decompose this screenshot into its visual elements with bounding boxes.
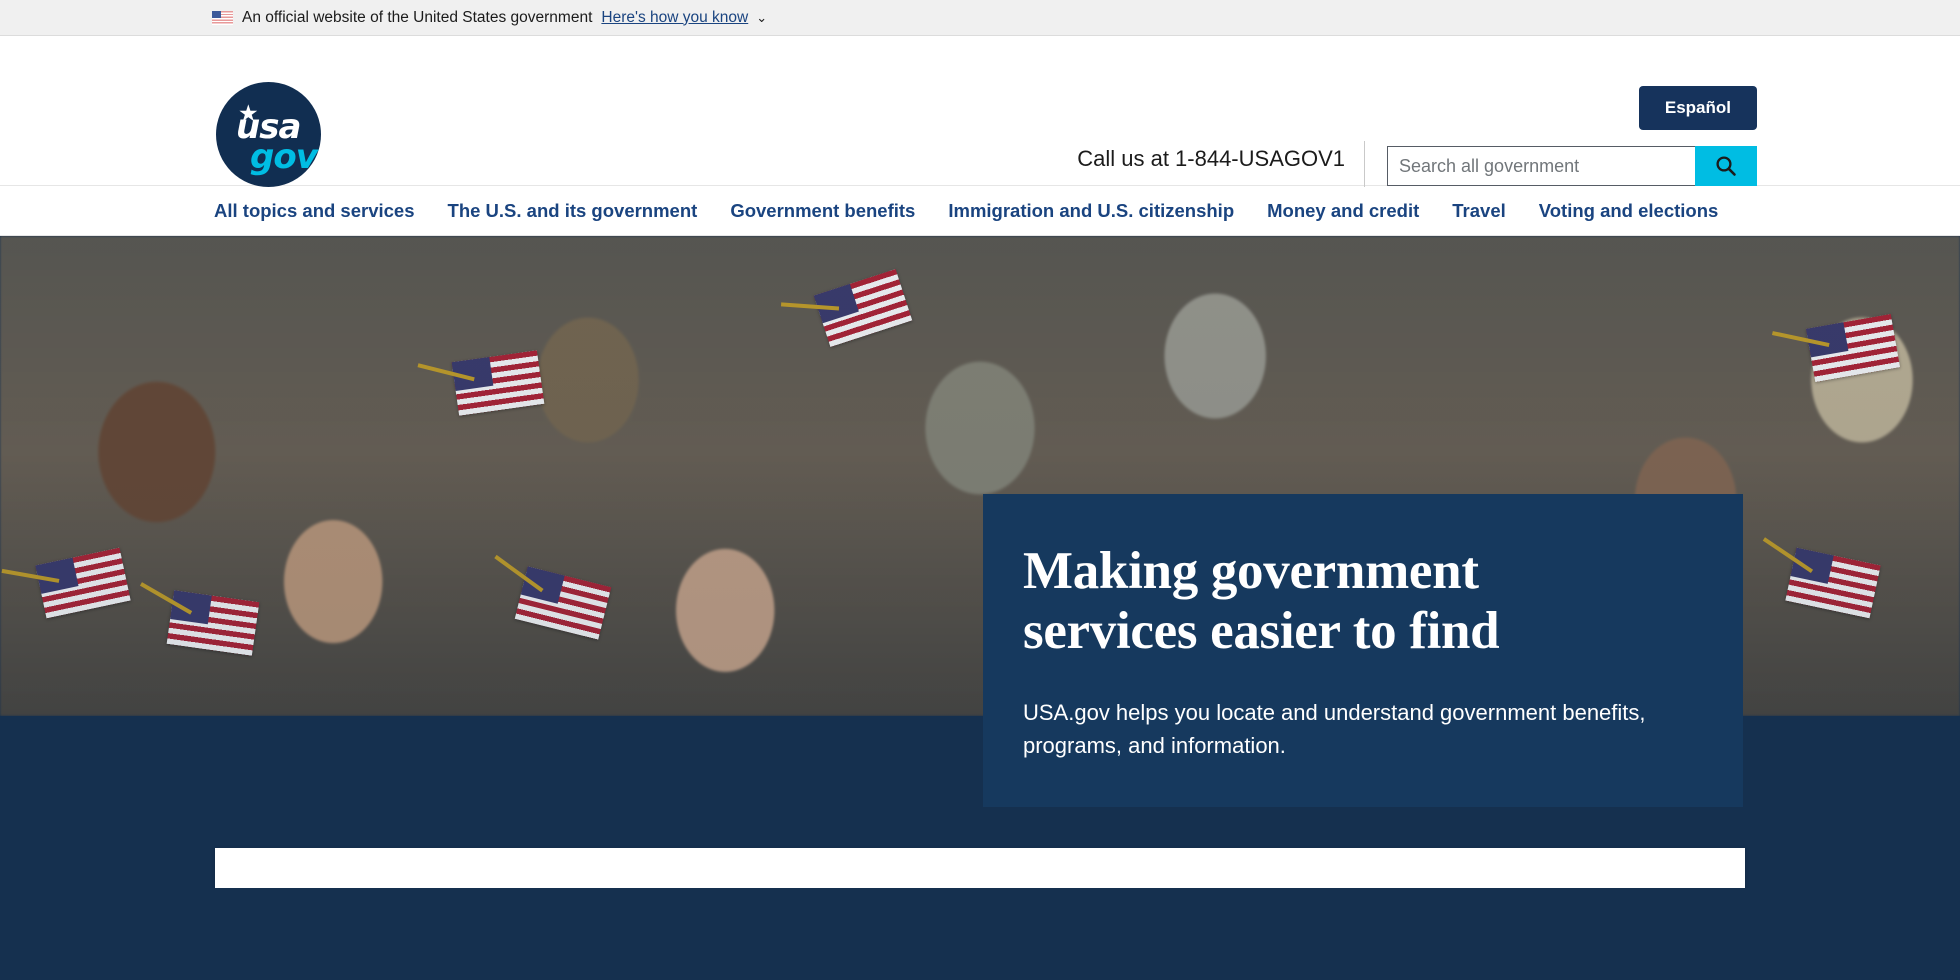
us-flag-icon [212,10,233,25]
logo-gov-text: gov [250,137,318,177]
hero-title-line-1: Making government [1023,542,1479,600]
nav-item-government-benefits[interactable]: Government benefits [730,200,915,222]
how-do-i-heading: How do I ... [215,886,1745,888]
search-icon [1716,156,1736,176]
hero-title-line-2: services easier to find [1023,601,1500,660]
primary-navigation: All topics and services The U.S. and its… [0,186,1960,236]
phone-number-text: Call us at 1-844-USAGOV1 [1077,146,1345,171]
nav-item-money-and-credit[interactable]: Money and credit [1267,200,1419,222]
search-button[interactable] [1695,146,1757,186]
hero-subtitle: USA.gov helps you locate and understand … [1023,699,1646,759]
site-header: ★ usa gov Español Call us at 1-844-USAGO… [0,36,1960,187]
nav-item-voting-and-elections[interactable]: Voting and elections [1539,200,1719,222]
espanol-button[interactable]: Español [1638,86,1757,130]
how-do-i-card: How do I ... Get Hurricane Milton inform… [215,848,1745,888]
hero-section: Making government services easier to fin… [0,236,1960,888]
hero-title: Making government services easier to fin… [1023,542,1697,662]
header-divider [1364,141,1365,187]
nav-item-all-topics-and-services[interactable]: All topics and services [214,200,415,222]
usagov-logo[interactable]: ★ usa gov [216,82,321,187]
nav-item-travel[interactable]: Travel [1452,200,1506,222]
search-input[interactable] [1387,146,1695,186]
heres-how-you-know-link[interactable]: Here's how you know [601,9,748,27]
gov-banner: An official website of the United States… [0,0,1960,36]
gov-banner-text: An official website of the United States… [242,8,593,26]
nav-item-the-us-and-its-government[interactable]: The U.S. and its government [448,200,698,222]
nav-item-immigration-and-us-citizenship[interactable]: Immigration and U.S. citizenship [948,200,1234,222]
chevron-down-icon[interactable]: ⌄ [756,10,767,26]
hero-text-panel: Making government services easier to fin… [983,494,1743,807]
search-form [1387,146,1757,186]
